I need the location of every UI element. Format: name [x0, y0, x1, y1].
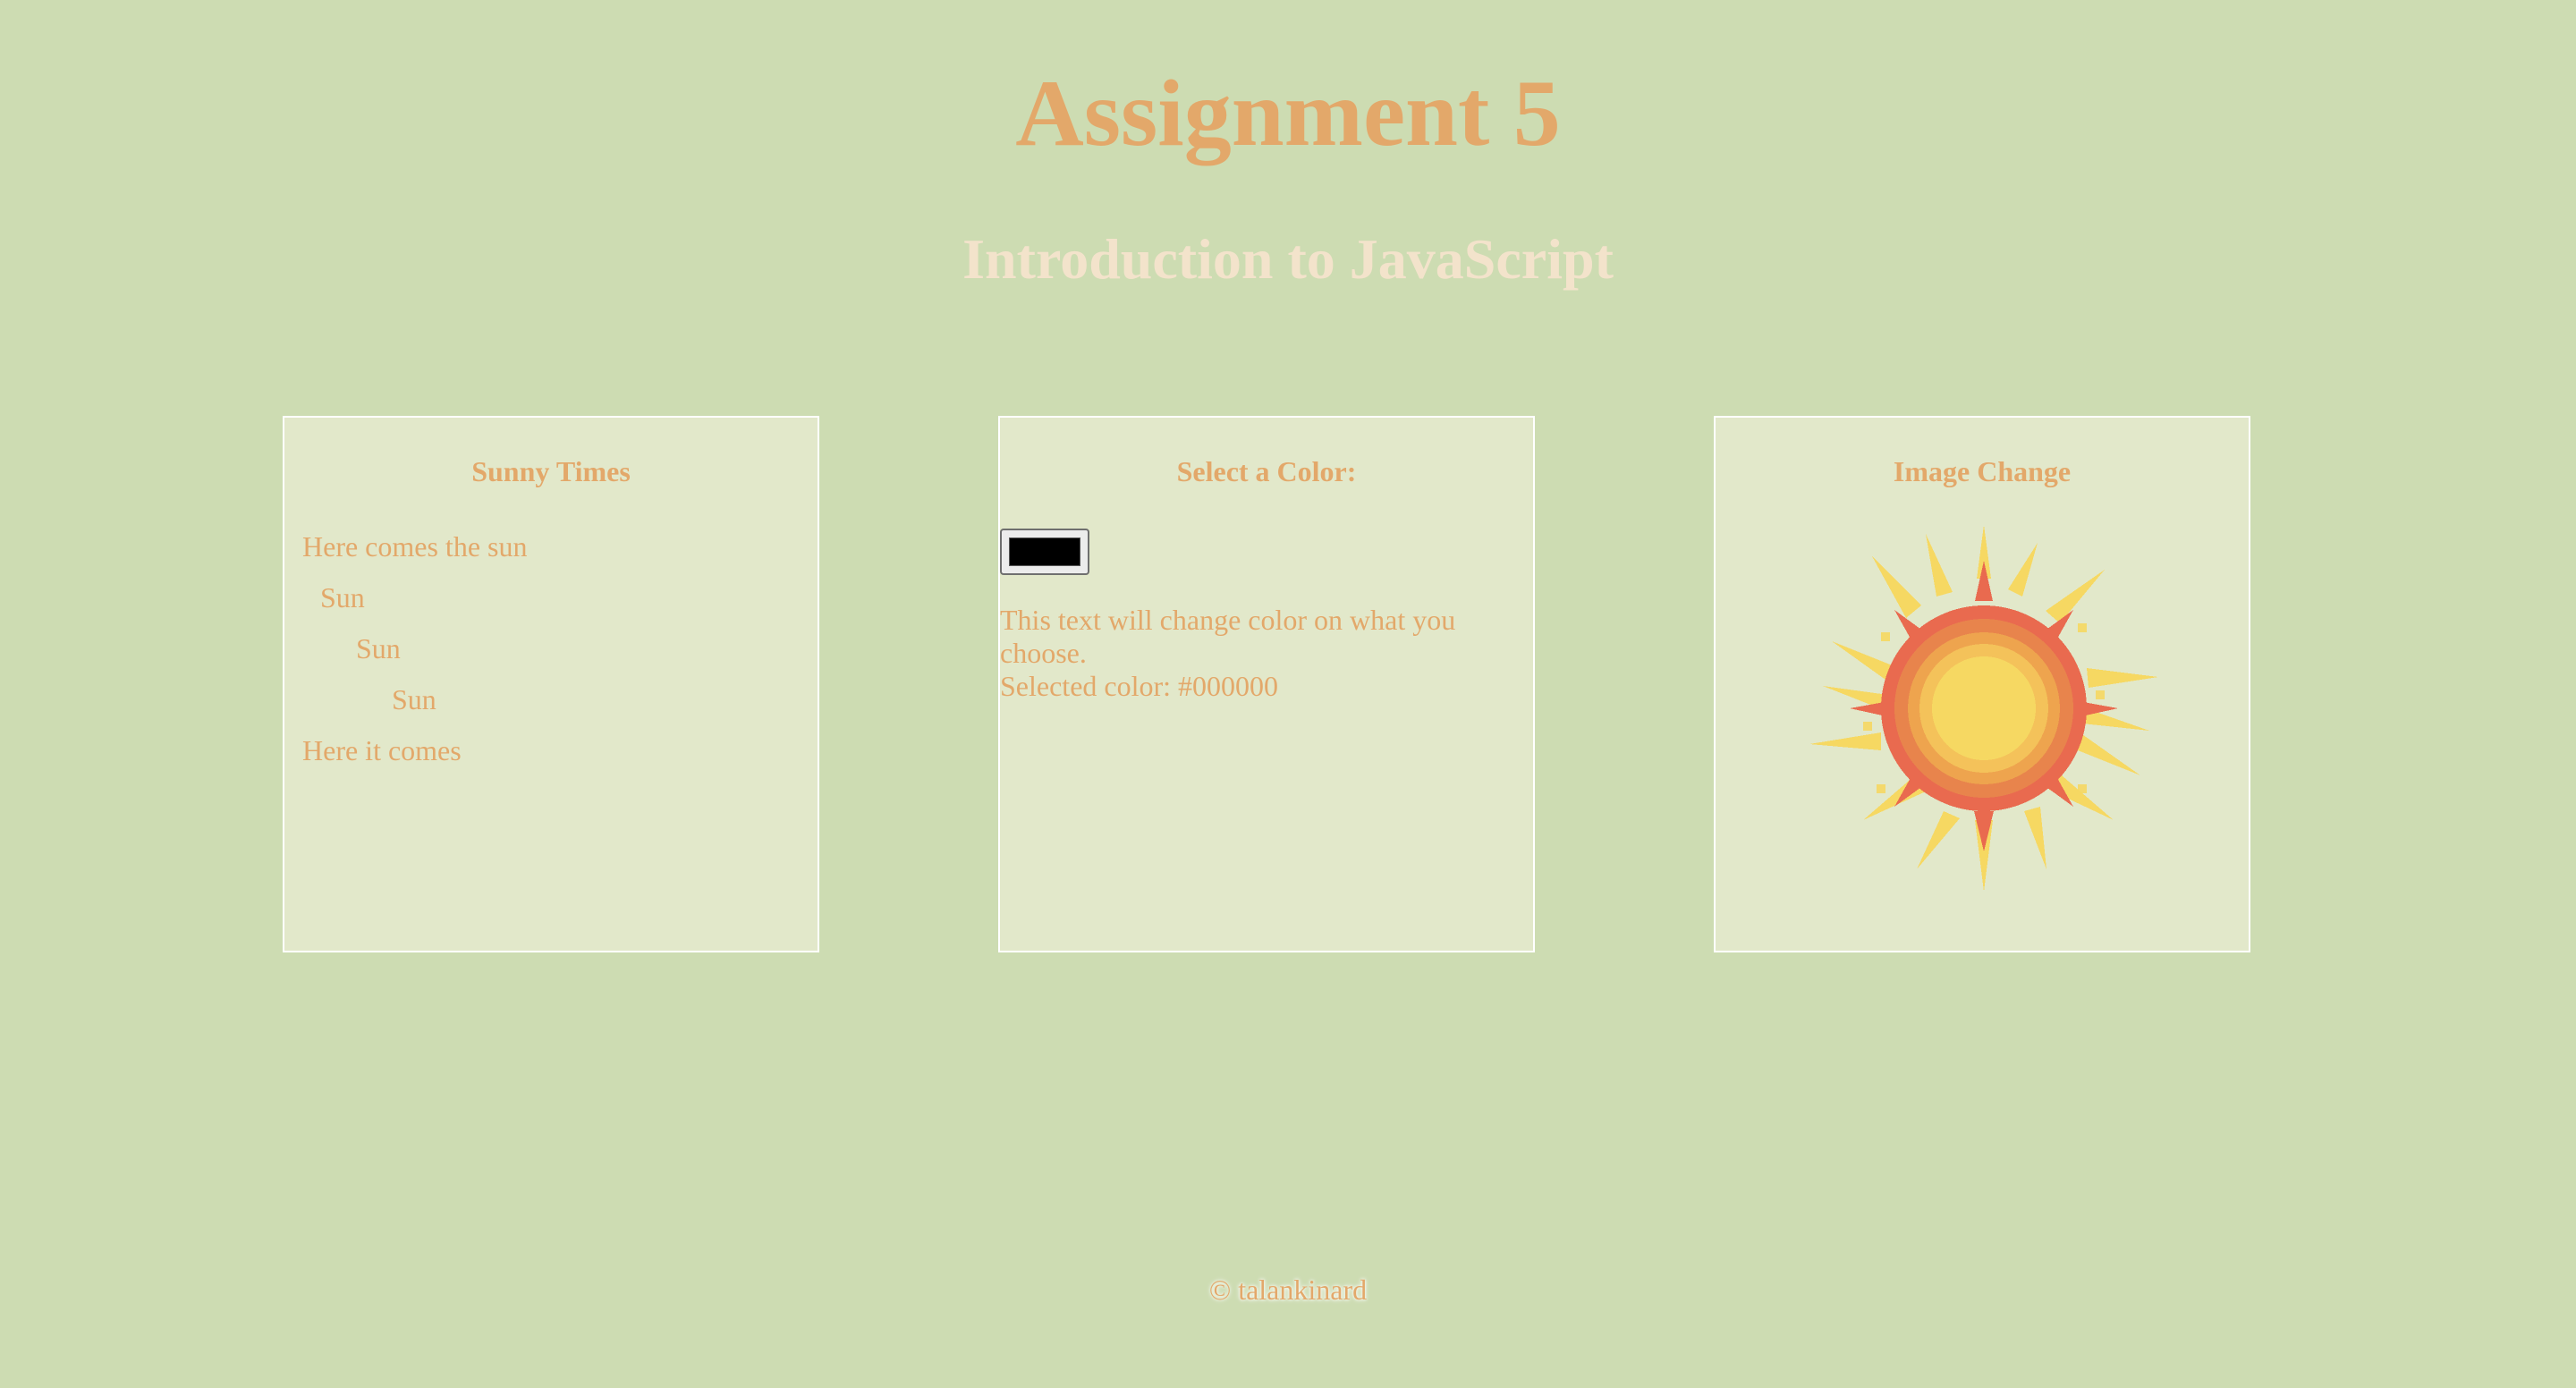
footer-copyright: © talankinard [1208, 1274, 1368, 1306]
panel-title-sunny-times: Sunny Times [471, 455, 631, 487]
panel-title-image-change: Image Change [1893, 455, 2072, 487]
panel-title-select-color: Select a Color: [1176, 455, 1357, 487]
selected-color-label: Selected color: #000000 [1000, 670, 1279, 702]
lyric-line: Here comes the sun [302, 530, 528, 563]
color-picker-panel: Select a Color: This text will change co… [998, 416, 1535, 952]
color-swatch [1009, 537, 1080, 566]
lyric-line: Sun [392, 683, 436, 715]
sun-image[interactable] [1809, 525, 2158, 892]
sun-icon [1809, 525, 2158, 892]
page-title: Assignment 5 [1015, 61, 1561, 165]
lyric-line: Sun [356, 632, 401, 664]
color-change-text: This text will change color on what you … [1000, 604, 1501, 703]
color-picker-input[interactable] [1000, 529, 1089, 575]
image-change-panel: Image Change [1714, 416, 2250, 952]
page-subtitle: Introduction to JavaScript [962, 227, 1614, 291]
color-description: This text will change color on what you … [1000, 604, 1456, 669]
lyric-line: Sun [320, 581, 365, 614]
lyric-line: Here it comes [302, 734, 462, 766]
sunny-times-panel: Sunny Times Here comes the sun Sun Sun S… [283, 416, 819, 952]
